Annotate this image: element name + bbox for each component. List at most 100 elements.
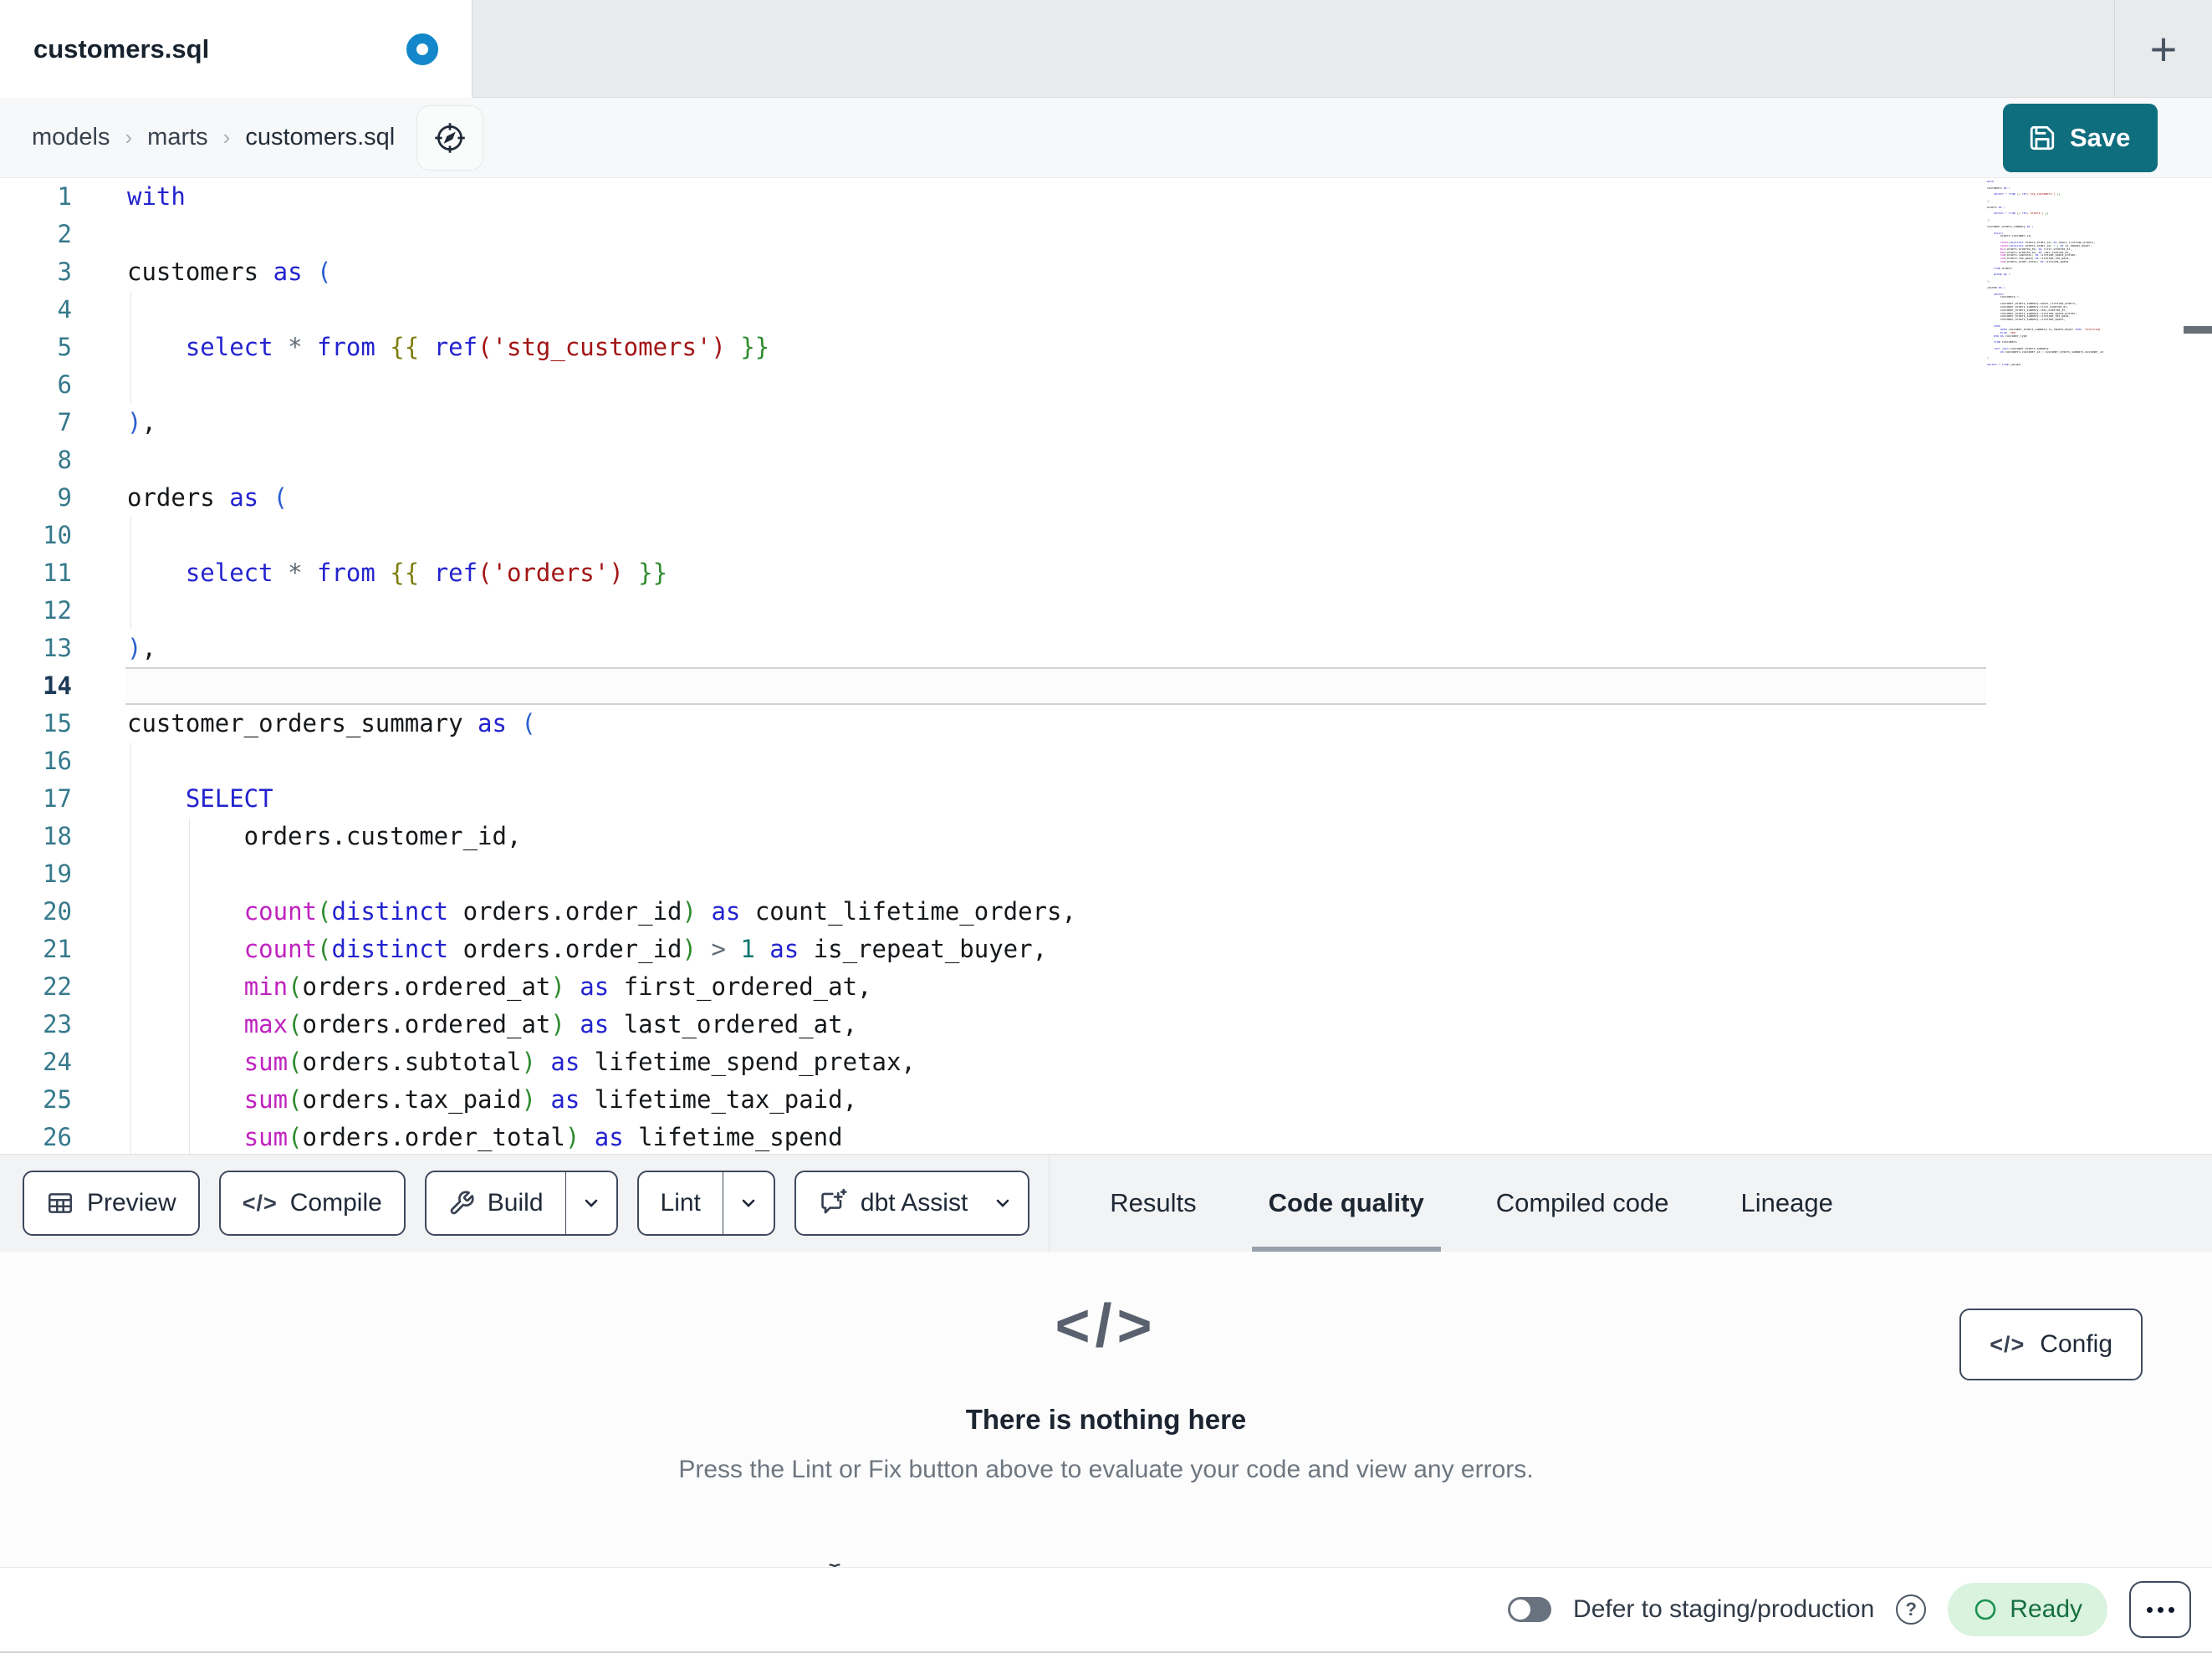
tab-code-quality[interactable]: Code quality [1251, 1155, 1441, 1253]
tab-compiled-code[interactable]: Compiled code [1479, 1155, 1686, 1253]
line-number: 17 [43, 784, 72, 813]
code-icon: </> [1990, 1331, 2026, 1357]
code-lines: 1 with 2 3 customers as (4 5 select * from {{… [0, 178, 2212, 1154]
help-icon[interactable]: ? [1896, 1594, 1927, 1625]
result-tabs: Results Code quality Compiled code Lineage [1093, 1155, 1850, 1253]
code-brackets-icon: </> [1055, 1293, 1157, 1360]
code-line-18[interactable]: 18 orders.customer_id, [0, 818, 2212, 855]
breadcrumb-item-customers-sql: customers.sql [245, 124, 396, 151]
code-line-3[interactable]: 3 customers as ( [0, 253, 2212, 291]
code-line-13[interactable]: 13), [0, 630, 2212, 667]
breadcrumb-item-marts: marts [147, 124, 208, 151]
chevron-down-icon [993, 1193, 1013, 1213]
save-button[interactable]: Save [2003, 103, 2158, 172]
line-number: 22 [43, 972, 72, 1001]
build-dropdown-toggle[interactable] [564, 1172, 616, 1234]
empty-state-title: There is nothing here [965, 1404, 1247, 1435]
compile-button[interactable]: </> Compile [218, 1171, 406, 1236]
file-tab-customers-sql[interactable]: customers.sql [0, 0, 473, 98]
code-line-25[interactable]: 25 sum(orders.tax_paid) as lifetime_tax_… [0, 1081, 2212, 1119]
code-line-2[interactable]: 2 [0, 216, 2212, 253]
ellipsis-icon [2146, 1606, 2153, 1613]
code-line-19[interactable]: 19 [0, 855, 2212, 893]
code-line-16[interactable]: 16 [0, 742, 2212, 780]
code-editor[interactable]: 1 with 2 3 customers as (4 5 select * from {{… [0, 178, 2212, 1154]
minimap[interactable]: with customers as ( select * from {{ ref(… [1987, 181, 2114, 367]
code-text: sum(orders.subtotal) as lifetime_spend_p… [243, 1048, 916, 1076]
dbt-assist-button[interactable]: dbt Assist [794, 1171, 1030, 1236]
dbt-ide-window: customers.sql + models › marts › customers.s… [0, 0, 2212, 1653]
tab-bar-right: + [2114, 0, 2212, 98]
code-line-22[interactable]: 22 min(orders.ordered_at) as first_order… [0, 968, 2212, 1006]
breadcrumb-separator: › [222, 125, 231, 150]
compass-icon [431, 119, 469, 157]
code-line-26[interactable]: 26 sum(orders.order_total) as lifetime_s… [0, 1119, 2212, 1154]
code-text: customers as ( [127, 258, 332, 286]
lint-dropdown-toggle[interactable] [722, 1172, 774, 1234]
code-line-10[interactable]: 10 [0, 517, 2212, 554]
line-number: 12 [43, 596, 72, 625]
line-number: 16 [43, 747, 72, 775]
code-line-12[interactable]: 12 [0, 592, 2212, 630]
code-line-4[interactable]: 4 [0, 291, 2212, 329]
code-line-23[interactable]: 23 max(orders.ordered_at) as last_ordere… [0, 1006, 2212, 1043]
status-badge: Ready [1948, 1583, 2107, 1636]
config-button-label: Config [2040, 1330, 2112, 1358]
code-line-11[interactable]: 11 select * from {{ ref('orders') }} [0, 554, 2212, 592]
code-line-9[interactable]: 9 orders as ( [0, 479, 2212, 517]
new-tab-button[interactable]: + [2115, 0, 2212, 98]
code-line-17[interactable]: 17 SELECT [0, 780, 2212, 818]
code-line-1[interactable]: 1 with [0, 178, 2212, 216]
line-number: 20 [43, 897, 72, 926]
minimap-line: select * from joined [1987, 364, 2020, 367]
line-number: 5 [57, 333, 72, 361]
table-icon [46, 1189, 74, 1217]
line-number: 1 [57, 182, 72, 211]
line-number: 2 [57, 220, 72, 248]
line-number: 8 [57, 446, 72, 474]
code-line-5[interactable]: 5 select * from {{ ref('stg_customers') … [0, 329, 2212, 366]
code-line-24[interactable]: 24 sum(orders.subtotal) as lifetime_spen… [0, 1043, 2212, 1081]
code-line-20[interactable]: 20 count(distinct orders.order_id) as co… [0, 893, 2212, 931]
code-text: orders as ( [127, 483, 289, 512]
code-line-14[interactable]: 14 [0, 667, 2212, 705]
tab-results[interactable]: Results [1093, 1155, 1213, 1253]
line-number: 19 [43, 860, 72, 888]
more-options-button[interactable] [2129, 1581, 2191, 1638]
code-line-8[interactable]: 8 [0, 441, 2212, 479]
build-button[interactable]: Build [427, 1172, 565, 1234]
line-number: 13 [43, 634, 72, 662]
code-text: min(orders.ordered_at) as first_ordered_… [243, 972, 872, 1001]
code-line-6[interactable]: 6 [0, 366, 2212, 404]
chevron-down-icon [738, 1193, 759, 1213]
line-number: 15 [43, 709, 72, 737]
toggle-knob [1510, 1599, 1531, 1620]
code-text: sum(orders.tax_paid) as lifetime_tax_pai… [243, 1085, 858, 1114]
preview-button[interactable]: Preview [23, 1171, 200, 1236]
defer-toggle[interactable] [1508, 1597, 1552, 1622]
chevron-down-icon [581, 1193, 601, 1213]
empty-state: </> There is nothing here Press the Lint… [0, 1292, 2212, 1484]
breadcrumb-item-models: models [32, 124, 110, 151]
config-button[interactable]: </> Config [1959, 1309, 2143, 1380]
code-line-7[interactable]: 7), [0, 404, 2212, 441]
line-number: 25 [43, 1085, 72, 1114]
empty-state-description: Press the Lint or Fix button above to ev… [678, 1456, 1534, 1483]
file-navigate-button[interactable] [416, 105, 484, 171]
preview-button-label: Preview [87, 1189, 176, 1217]
breadcrumb: models › marts › customers.sql [32, 124, 395, 151]
build-button-label: Build [487, 1189, 544, 1217]
scroll-position-marker[interactable] [2184, 326, 2212, 334]
lint-button[interactable]: Lint [639, 1172, 723, 1234]
line-number: 21 [43, 935, 72, 963]
code-line-15[interactable]: 15 customer_orders_summary as ( [0, 705, 2212, 742]
code-line-21[interactable]: 21 count(distinct orders.order_id) > 1 a… [0, 931, 2212, 968]
tab-lineage[interactable]: Lineage [1724, 1155, 1849, 1253]
